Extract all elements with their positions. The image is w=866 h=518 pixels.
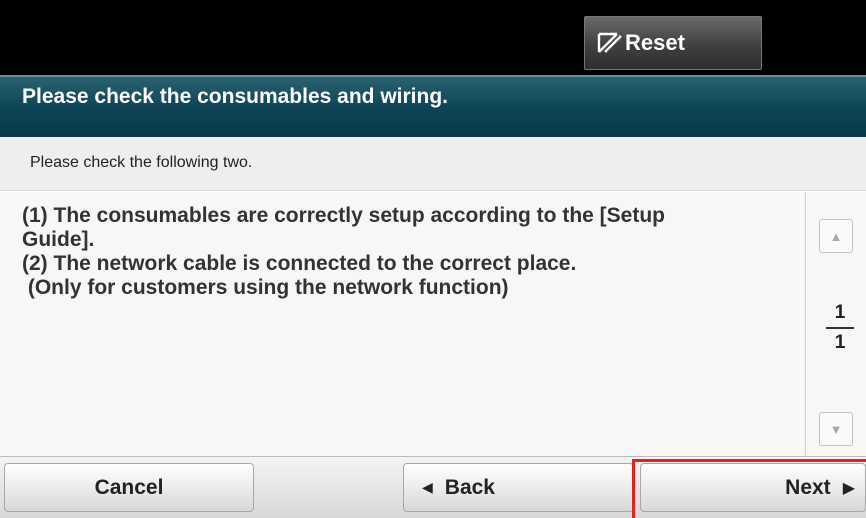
- message-line: (1) The consumables are correctly setup …: [22, 204, 665, 227]
- instruction-text: Please check the following two.: [30, 154, 253, 171]
- screen: Reset Please check the consumables and w…: [0, 0, 866, 518]
- bottom-button-bar: Cancel ◀ Back Next ▶: [0, 456, 866, 518]
- page-total: 1: [834, 332, 846, 353]
- scroll-column: ▲ 1 1 ▼: [807, 192, 866, 456]
- scroll-down-button[interactable]: ▼: [819, 412, 853, 446]
- subtitle-bar: Please check the following two.: [0, 137, 866, 191]
- message-panel: (1) The consumables are correctly setup …: [0, 192, 806, 456]
- cancel-button[interactable]: Cancel: [4, 463, 254, 512]
- down-arrow-icon: ▼: [829, 421, 843, 437]
- reset-label: Reset: [625, 30, 685, 55]
- title-bar: Please check the consumables and wiring.: [0, 75, 866, 137]
- left-arrow-icon: ◀: [422, 479, 433, 495]
- message-line: (Only for customers using the network fu…: [22, 276, 509, 299]
- reset-icon: [597, 32, 623, 54]
- scroll-up-button[interactable]: ▲: [819, 219, 853, 253]
- back-button[interactable]: ◀ Back: [403, 463, 634, 512]
- right-arrow-icon: ▶: [842, 479, 855, 497]
- message-line: (2) The network cable is connected to th…: [22, 252, 577, 275]
- top-bar: Reset: [0, 0, 866, 75]
- cancel-label: Cancel: [94, 475, 164, 499]
- page-title: Please check the consumables and wiring.: [22, 85, 448, 108]
- up-arrow-icon: ▲: [829, 228, 843, 244]
- next-button[interactable]: Next ▶: [640, 463, 866, 512]
- back-label: Back: [444, 475, 495, 499]
- reset-button[interactable]: Reset: [584, 16, 762, 70]
- page-indicator: 1 1: [826, 302, 854, 354]
- page-current: 1: [826, 302, 854, 329]
- next-label: Next: [785, 475, 831, 499]
- message-line: Guide].: [22, 228, 95, 251]
